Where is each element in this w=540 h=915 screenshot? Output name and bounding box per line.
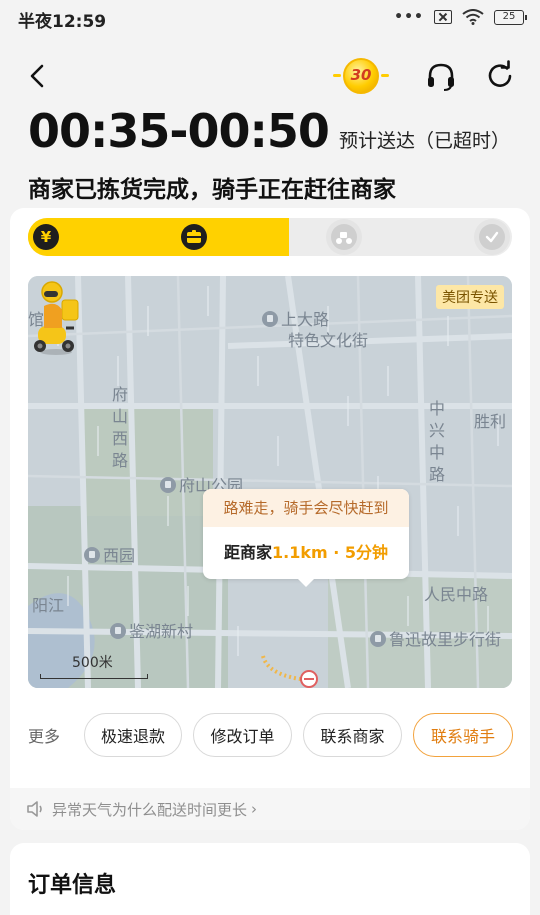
battery-icon: 25 bbox=[494, 9, 527, 25]
package-icon bbox=[181, 224, 207, 250]
order-info-title: 订单信息 bbox=[28, 873, 117, 898]
yen-icon: ¥ bbox=[33, 224, 59, 250]
poi-pin-icon bbox=[160, 477, 176, 493]
order-info-card: 订单信息 bbox=[10, 843, 530, 915]
poi-pin-icon bbox=[84, 547, 100, 563]
map-label-xiyuan: 西园 bbox=[84, 542, 135, 566]
poi-pin-icon bbox=[262, 311, 278, 327]
status-bar: 半夜12:59 ••• 25 bbox=[0, 0, 540, 36]
customer-service-headset-icon[interactable] bbox=[424, 60, 458, 94]
wifi-icon bbox=[462, 9, 484, 25]
distance-prefix: 距商家 bbox=[223, 543, 272, 562]
medal-ray-left bbox=[333, 74, 341, 77]
medal-ray-right bbox=[381, 74, 389, 77]
map-label-renmin-road: 人民中路 bbox=[424, 585, 489, 604]
quick-refund-button[interactable]: 极速退款 bbox=[84, 713, 182, 757]
poi-pin-icon bbox=[370, 631, 386, 647]
contact-rider-button[interactable]: 联系骑手 bbox=[413, 713, 513, 757]
scale-text: 500米 bbox=[72, 655, 113, 671]
weather-tip-bar[interactable]: 异常天气为什么配送时间更长 › bbox=[10, 788, 530, 830]
more-dots-icon: ••• bbox=[394, 9, 424, 25]
order-status-title: 商家已拣货完成，骑手正在赶往商家 bbox=[28, 177, 396, 203]
action-row: 更多 极速退款 修改订单 联系商家 联系骑手 bbox=[28, 713, 518, 757]
map-label-culture-street: 特色文化街 bbox=[288, 331, 369, 350]
rider-scooter-icon[interactable] bbox=[28, 276, 84, 356]
check-icon bbox=[479, 224, 505, 250]
more-label[interactable]: 更多 bbox=[28, 723, 84, 747]
map-label-fushan-west-road: 府山西路 bbox=[111, 385, 128, 470]
status-time: 半夜12:59 bbox=[18, 12, 107, 32]
eta-row: 00:35-00:50 预计送达（已超时） bbox=[28, 104, 510, 160]
contact-merchant-button[interactable]: 联系商家 bbox=[303, 713, 402, 757]
map-label-zhongxing-road: 中兴中路 bbox=[428, 399, 445, 484]
step-paid: ¥ bbox=[28, 219, 64, 255]
chevron-right-icon: › bbox=[251, 800, 258, 818]
rider-notice: 路难走，骑手会尽快赶到 bbox=[203, 489, 409, 527]
back-icon[interactable] bbox=[24, 62, 52, 90]
map-scale: 500米 bbox=[40, 652, 148, 679]
delivery-map[interactable]: 美团专送 馆 上大路 特色文化街 府山西路 府山公园 中兴中路 胜利 西园 人民… bbox=[28, 276, 512, 688]
step-delivered bbox=[474, 219, 510, 255]
eta-label: 预计送达（已超时） bbox=[338, 130, 510, 152]
scale-bar bbox=[40, 674, 148, 679]
step-picked bbox=[176, 219, 212, 255]
map-label-yang: 阳江 bbox=[32, 596, 65, 615]
meituan-delivery-tag: 美团专送 bbox=[436, 285, 504, 309]
merchant-marker-icon bbox=[300, 670, 318, 688]
weather-tip-text: 异常天气为什么配送时间更长 bbox=[52, 800, 248, 819]
scooter-icon bbox=[331, 224, 357, 250]
rider-distance: 距商家1.1km · 5分钟 bbox=[203, 539, 409, 563]
step-delivering bbox=[326, 219, 362, 255]
refresh-icon[interactable] bbox=[484, 60, 516, 92]
medal-badge[interactable]: 30 bbox=[333, 54, 389, 98]
map-label-luxun: 鲁迅故里步行街 bbox=[370, 626, 501, 650]
progress-track: ¥ bbox=[28, 218, 512, 256]
rider-info-bubble: 路难走，骑手会尽快赶到 距商家1.1km · 5分钟 bbox=[203, 489, 409, 587]
distance-value: 1.1km · 5分钟 bbox=[272, 543, 389, 562]
delivery-card: ¥ 美团专送 馆 上大路 特色文化街 府山西路 府山公园 中兴中路 胜利 西园 … bbox=[10, 208, 530, 830]
speaker-icon bbox=[27, 801, 42, 817]
eta-time-range: 00:35-00:50 bbox=[28, 104, 330, 158]
top-navigation: 30 bbox=[0, 50, 540, 102]
poi-pin-icon bbox=[110, 623, 126, 639]
medal-number: 30 bbox=[350, 66, 372, 84]
sim-off-icon bbox=[434, 10, 452, 24]
progress-fill bbox=[28, 218, 289, 256]
map-label-shengli: 胜利 bbox=[474, 412, 507, 431]
map-label-jianhu: 鉴湖新村 bbox=[110, 618, 193, 642]
status-icons: ••• 25 bbox=[394, 9, 527, 25]
modify-order-button[interactable]: 修改订单 bbox=[193, 713, 292, 757]
